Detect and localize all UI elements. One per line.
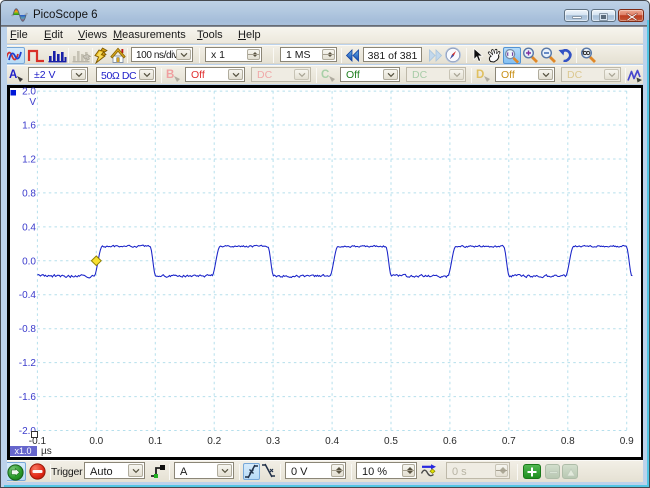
svg-text:2.0: 2.0 <box>22 87 36 98</box>
svg-text:0.8: 0.8 <box>561 436 575 447</box>
svg-text:1.6: 1.6 <box>22 121 36 132</box>
svg-text:0.9: 0.9 <box>620 436 634 447</box>
svg-text:µs: µs <box>41 446 52 457</box>
svg-text:0.8: 0.8 <box>22 188 36 199</box>
svg-text:-0.4: -0.4 <box>19 290 37 301</box>
svg-text:0.2: 0.2 <box>207 436 221 447</box>
svg-text:-1.2: -1.2 <box>19 358 37 369</box>
svg-text:0.0: 0.0 <box>89 436 103 447</box>
svg-text:0.6: 0.6 <box>443 436 457 447</box>
svg-text:0.7: 0.7 <box>502 436 516 447</box>
svg-text:-0.8: -0.8 <box>19 324 37 335</box>
svg-text:0.4: 0.4 <box>325 436 339 447</box>
svg-text:V: V <box>29 97 36 108</box>
svg-text:0.4: 0.4 <box>22 222 36 233</box>
svg-text:0.0: 0.0 <box>22 256 36 267</box>
svg-text:0.1: 0.1 <box>148 436 162 447</box>
svg-text:-1.6: -1.6 <box>19 392 37 403</box>
svg-text:1.2: 1.2 <box>22 155 36 166</box>
svg-text:0.3: 0.3 <box>266 436 280 447</box>
svg-text:x1.0: x1.0 <box>14 446 31 456</box>
svg-text:0.5: 0.5 <box>384 436 398 447</box>
